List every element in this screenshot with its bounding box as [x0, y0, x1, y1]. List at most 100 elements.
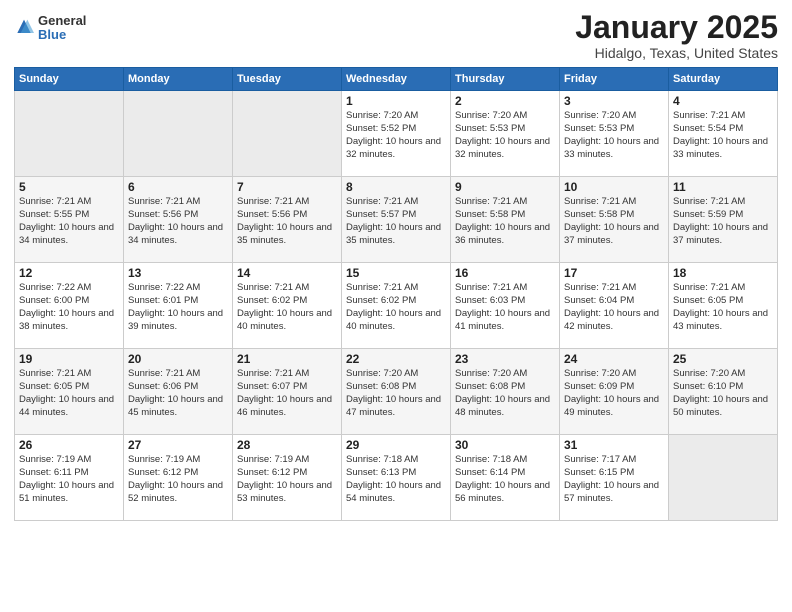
day-info: Sunrise: 7:19 AMSunset: 6:11 PMDaylight:…: [19, 454, 119, 505]
calendar-cell: 12 Sunrise: 7:22 AMSunset: 6:00 PMDayligh…: [15, 263, 124, 349]
day-info: Sunrise: 7:21 AMSunset: 5:54 PMDaylight:…: [673, 110, 773, 161]
logo-icon: [14, 18, 34, 38]
calendar-cell: 18 Sunrise: 7:21 AMSunset: 6:05 PMDayligh…: [669, 263, 778, 349]
day-number: 26: [19, 438, 119, 452]
week-row-4: 19 Sunrise: 7:21 AMSunset: 6:05 PMDayligh…: [15, 349, 778, 435]
calendar-cell: 15 Sunrise: 7:21 AMSunset: 6:02 PMDayligh…: [342, 263, 451, 349]
calendar-cell: 26 Sunrise: 7:19 AMSunset: 6:11 PMDayligh…: [15, 435, 124, 521]
day-info: Sunrise: 7:20 AMSunset: 5:53 PMDaylight:…: [455, 110, 555, 161]
day-info: Sunrise: 7:19 AMSunset: 6:12 PMDaylight:…: [128, 454, 228, 505]
day-number: 29: [346, 438, 446, 452]
calendar-cell: 17 Sunrise: 7:21 AMSunset: 6:04 PMDayligh…: [560, 263, 669, 349]
day-number: 17: [564, 266, 664, 280]
calendar-cell: [233, 91, 342, 177]
calendar-cell: 21Sunrise: 7:21 AMSunset: 6:07 PMDayligh…: [233, 349, 342, 435]
header-day-saturday: Saturday: [669, 68, 778, 91]
day-info: Sunrise: 7:21 AMSunset: 6:03 PMDaylight:…: [455, 282, 555, 333]
week-row-3: 12 Sunrise: 7:22 AMSunset: 6:00 PMDayligh…: [15, 263, 778, 349]
day-number: 1: [346, 94, 446, 108]
day-info: Sunrise: 7:20 AMSunset: 6:08 PMDaylight:…: [346, 368, 446, 419]
header: General Blue January 2025 Hidalgo, Texas…: [14, 10, 778, 61]
month-title: January 2025: [575, 10, 778, 45]
calendar-cell: 29 Sunrise: 7:18 AMSunset: 6:13 PMDayligh…: [342, 435, 451, 521]
day-number: 11: [673, 180, 773, 194]
calendar-cell: 10 Sunrise: 7:21 AMSunset: 5:58 PMDayligh…: [560, 177, 669, 263]
week-row-2: 5 Sunrise: 7:21 AMSunset: 5:55 PMDaylight…: [15, 177, 778, 263]
day-number: 18: [673, 266, 773, 280]
header-day-monday: Monday: [124, 68, 233, 91]
day-number: 20: [128, 352, 228, 366]
day-number: 21: [237, 352, 337, 366]
day-number: 7: [237, 180, 337, 194]
day-info: Sunrise: 7:18 AMSunset: 6:14 PMDaylight:…: [455, 454, 555, 505]
day-number: 28: [237, 438, 337, 452]
calendar-table: SundayMondayTuesdayWednesdayThursdayFrid…: [14, 67, 778, 521]
day-info: Sunrise: 7:21 AMSunset: 5:58 PMDaylight:…: [564, 196, 664, 247]
week-row-5: 26 Sunrise: 7:19 AMSunset: 6:11 PMDayligh…: [15, 435, 778, 521]
calendar-cell: 19 Sunrise: 7:21 AMSunset: 6:05 PMDayligh…: [15, 349, 124, 435]
calendar-cell: 7Sunrise: 7:21 AMSunset: 5:56 PMDaylight…: [233, 177, 342, 263]
day-info: Sunrise: 7:20 AMSunset: 5:53 PMDaylight:…: [564, 110, 664, 161]
header-day-friday: Friday: [560, 68, 669, 91]
day-number: 25: [673, 352, 773, 366]
calendar-cell: 31Sunrise: 7:17 AMSunset: 6:15 PMDayligh…: [560, 435, 669, 521]
header-day-tuesday: Tuesday: [233, 68, 342, 91]
calendar-cell: 6Sunrise: 7:21 AMSunset: 5:56 PMDaylight…: [124, 177, 233, 263]
location: Hidalgo, Texas, United States: [575, 45, 778, 61]
logo-general-text: General: [38, 14, 86, 28]
day-number: 23: [455, 352, 555, 366]
day-info: Sunrise: 7:21 AMSunset: 5:55 PMDaylight:…: [19, 196, 119, 247]
day-info: Sunrise: 7:22 AMSunset: 6:00 PMDaylight:…: [19, 282, 119, 333]
day-number: 27: [128, 438, 228, 452]
day-number: 30: [455, 438, 555, 452]
calendar-cell: 23 Sunrise: 7:20 AMSunset: 6:08 PMDayligh…: [451, 349, 560, 435]
calendar-cell: 4 Sunrise: 7:21 AMSunset: 5:54 PMDaylight…: [669, 91, 778, 177]
day-number: 9: [455, 180, 555, 194]
day-number: 12: [19, 266, 119, 280]
calendar-cell: 8Sunrise: 7:21 AMSunset: 5:57 PMDaylight…: [342, 177, 451, 263]
calendar-cell: 16Sunrise: 7:21 AMSunset: 6:03 PMDayligh…: [451, 263, 560, 349]
day-number: 3: [564, 94, 664, 108]
day-info: Sunrise: 7:19 AMSunset: 6:12 PMDaylight:…: [237, 454, 337, 505]
day-info: Sunrise: 7:21 AMSunset: 5:59 PMDaylight:…: [673, 196, 773, 247]
day-number: 6: [128, 180, 228, 194]
day-info: Sunrise: 7:22 AMSunset: 6:01 PMDaylight:…: [128, 282, 228, 333]
day-number: 8: [346, 180, 446, 194]
day-number: 22: [346, 352, 446, 366]
day-number: 2: [455, 94, 555, 108]
day-info: Sunrise: 7:21 AMSunset: 6:05 PMDaylight:…: [673, 282, 773, 333]
day-info: Sunrise: 7:21 AMSunset: 6:05 PMDaylight:…: [19, 368, 119, 419]
week-row-1: 1 Sunrise: 7:20 AMSunset: 5:52 PMDaylight…: [15, 91, 778, 177]
header-day-sunday: Sunday: [15, 68, 124, 91]
day-info: Sunrise: 7:21 AMSunset: 6:02 PMDaylight:…: [346, 282, 446, 333]
calendar-cell: 28 Sunrise: 7:19 AMSunset: 6:12 PMDayligh…: [233, 435, 342, 521]
day-info: Sunrise: 7:21 AMSunset: 6:02 PMDaylight:…: [237, 282, 337, 333]
calendar-cell: 25 Sunrise: 7:20 AMSunset: 6:10 PMDayligh…: [669, 349, 778, 435]
calendar-cell: 13 Sunrise: 7:22 AMSunset: 6:01 PMDayligh…: [124, 263, 233, 349]
header-day-thursday: Thursday: [451, 68, 560, 91]
calendar-cell: [669, 435, 778, 521]
day-info: Sunrise: 7:21 AMSunset: 6:04 PMDaylight:…: [564, 282, 664, 333]
header-day-wednesday: Wednesday: [342, 68, 451, 91]
calendar-cell: 27 Sunrise: 7:19 AMSunset: 6:12 PMDayligh…: [124, 435, 233, 521]
day-info: Sunrise: 7:20 AMSunset: 5:52 PMDaylight:…: [346, 110, 446, 161]
calendar-cell: 20Sunrise: 7:21 AMSunset: 6:06 PMDayligh…: [124, 349, 233, 435]
calendar-cell: 14 Sunrise: 7:21 AMSunset: 6:02 PMDayligh…: [233, 263, 342, 349]
calendar-cell: 5 Sunrise: 7:21 AMSunset: 5:55 PMDaylight…: [15, 177, 124, 263]
day-number: 19: [19, 352, 119, 366]
day-number: 10: [564, 180, 664, 194]
day-number: 13: [128, 266, 228, 280]
calendar-cell: 2 Sunrise: 7:20 AMSunset: 5:53 PMDaylight…: [451, 91, 560, 177]
day-number: 15: [346, 266, 446, 280]
day-number: 24: [564, 352, 664, 366]
day-info: Sunrise: 7:20 AMSunset: 6:08 PMDaylight:…: [455, 368, 555, 419]
calendar-cell: 22 Sunrise: 7:20 AMSunset: 6:08 PMDayligh…: [342, 349, 451, 435]
day-number: 5: [19, 180, 119, 194]
logo: General Blue: [14, 14, 86, 43]
day-info: Sunrise: 7:20 AMSunset: 6:10 PMDaylight:…: [673, 368, 773, 419]
day-info: Sunrise: 7:17 AMSunset: 6:15 PMDaylight:…: [564, 454, 664, 505]
day-info: Sunrise: 7:21 AMSunset: 5:58 PMDaylight:…: [455, 196, 555, 247]
day-info: Sunrise: 7:18 AMSunset: 6:13 PMDaylight:…: [346, 454, 446, 505]
day-number: 4: [673, 94, 773, 108]
day-number: 14: [237, 266, 337, 280]
